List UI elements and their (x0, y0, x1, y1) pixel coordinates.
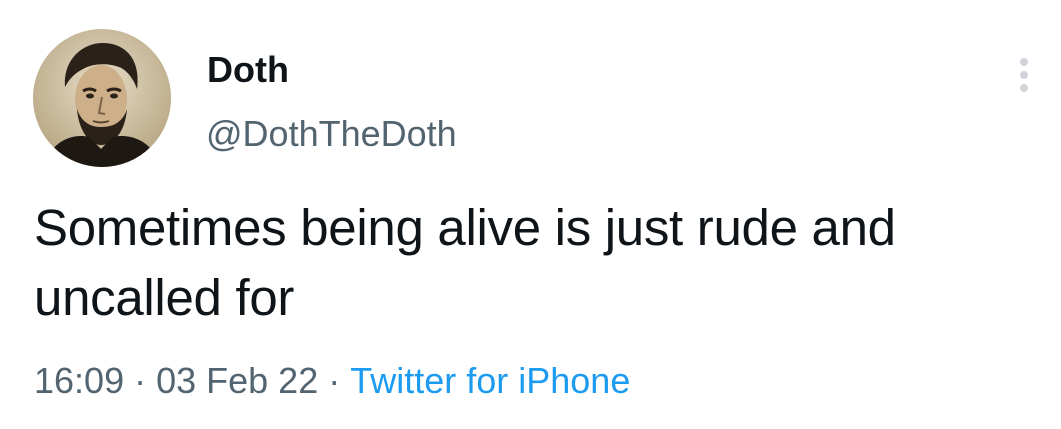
tweet-date[interactable]: 03 Feb 22 (156, 360, 318, 401)
tweet-metadata: 16:09 · 03 Feb 22 · Twitter for iPhone (34, 358, 630, 404)
tweet-text: Sometimes being alive is just rude and u… (34, 199, 896, 326)
portrait-photo-icon (33, 29, 171, 167)
more-options-button[interactable] (1010, 50, 1038, 98)
separator: · (134, 360, 147, 401)
tweet-time[interactable]: 16:09 (34, 360, 124, 401)
tweet-source-link[interactable]: Twitter for iPhone (350, 360, 630, 401)
display-name[interactable]: Doth (207, 48, 289, 92)
more-vertical-icon-dot (1020, 84, 1028, 92)
more-vertical-icon-dot (1020, 71, 1028, 79)
user-handle[interactable]: @DothTheDoth (206, 112, 457, 156)
separator: · (328, 360, 341, 401)
more-vertical-icon (1020, 58, 1028, 66)
tweet-card: Doth @DothTheDoth Sometimes being alive … (0, 0, 1061, 429)
avatar[interactable] (33, 29, 171, 167)
